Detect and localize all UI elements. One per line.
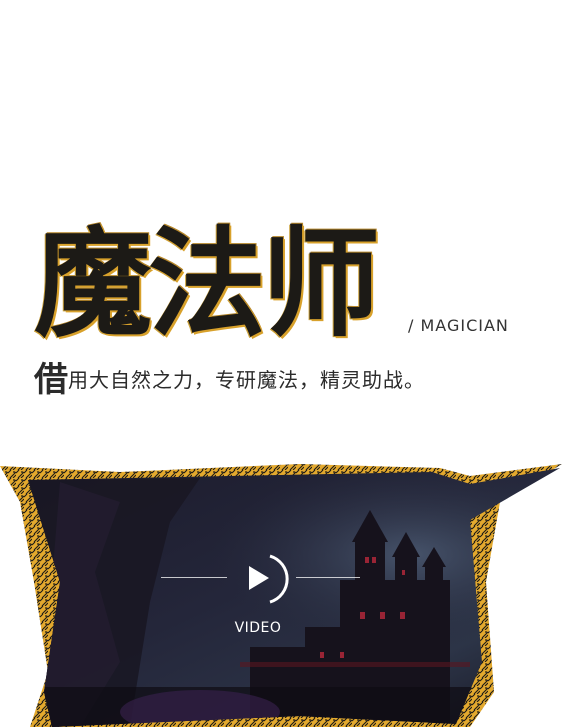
- slogan-text: 用大自然之力，专研魔法，精灵助战。: [68, 368, 425, 392]
- play-icon: [249, 554, 289, 604]
- hero-title: 魔法师: [34, 215, 380, 353]
- play-button[interactable]: [236, 552, 289, 604]
- slogan: 借用大自然之力，专研魔法，精灵助战。: [34, 360, 425, 400]
- slogan-lead-char: 借: [34, 360, 68, 400]
- hero-title-text: 魔法师: [34, 215, 380, 353]
- divider-line-left: [161, 577, 227, 578]
- video-label: VIDEO: [234, 620, 282, 636]
- video-player[interactable]: VIDEO: [0, 462, 571, 727]
- divider-line-right: [296, 577, 360, 578]
- hero-subtitle-en: / MAGICIAN: [408, 316, 509, 335]
- video-controls: VIDEO: [0, 462, 571, 727]
